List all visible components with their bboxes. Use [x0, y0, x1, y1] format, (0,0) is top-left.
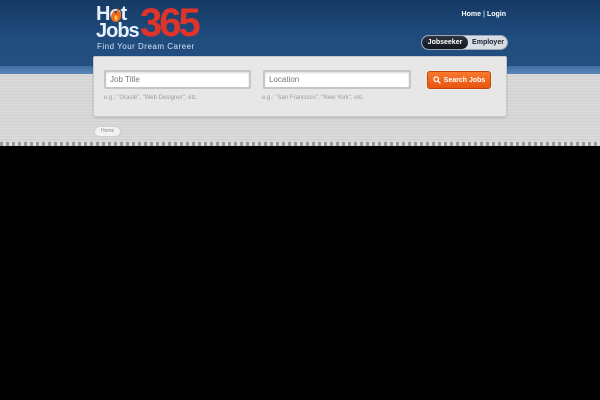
search-jobs-button[interactable]: Search Jobs [427, 71, 491, 89]
nav-login-link[interactable]: Login [487, 11, 506, 18]
breadcrumb-home[interactable]: Home [94, 126, 122, 137]
user-type-toggle: Jobseeker Employer [421, 35, 508, 50]
logo-number: 365 [140, 1, 201, 45]
site-logo[interactable]: Hot Jobs 365 Find Your Dream Career [96, 1, 206, 53]
search-icon [432, 76, 441, 84]
top-navigation: Home | Login [462, 11, 506, 18]
location-field[interactable] [263, 70, 411, 89]
page-body [0, 146, 600, 400]
job-title-hint: e.g.: "Oracle", "Web Designer", etc. [104, 95, 198, 101]
location-hint: e.g.: "San Francisco", "New York", etc. [262, 95, 364, 101]
jobseeker-toggle-button[interactable]: Jobseeker [422, 36, 468, 49]
job-title-input[interactable] [110, 72, 249, 87]
nav-separator: | [482, 11, 485, 18]
search-panel: e.g.: "Oracle", "Web Designer", etc. e.g… [93, 56, 507, 117]
nav-home-link[interactable]: Home [462, 11, 481, 18]
job-title-field[interactable] [104, 70, 251, 89]
employer-toggle-button[interactable]: Employer [468, 36, 507, 49]
search-jobs-label: Search Jobs [443, 76, 486, 84]
logo-word-jobs: Jobs [96, 20, 140, 42]
location-input[interactable] [269, 72, 409, 87]
logo-tagline: Find Your Dream Career [97, 42, 195, 51]
